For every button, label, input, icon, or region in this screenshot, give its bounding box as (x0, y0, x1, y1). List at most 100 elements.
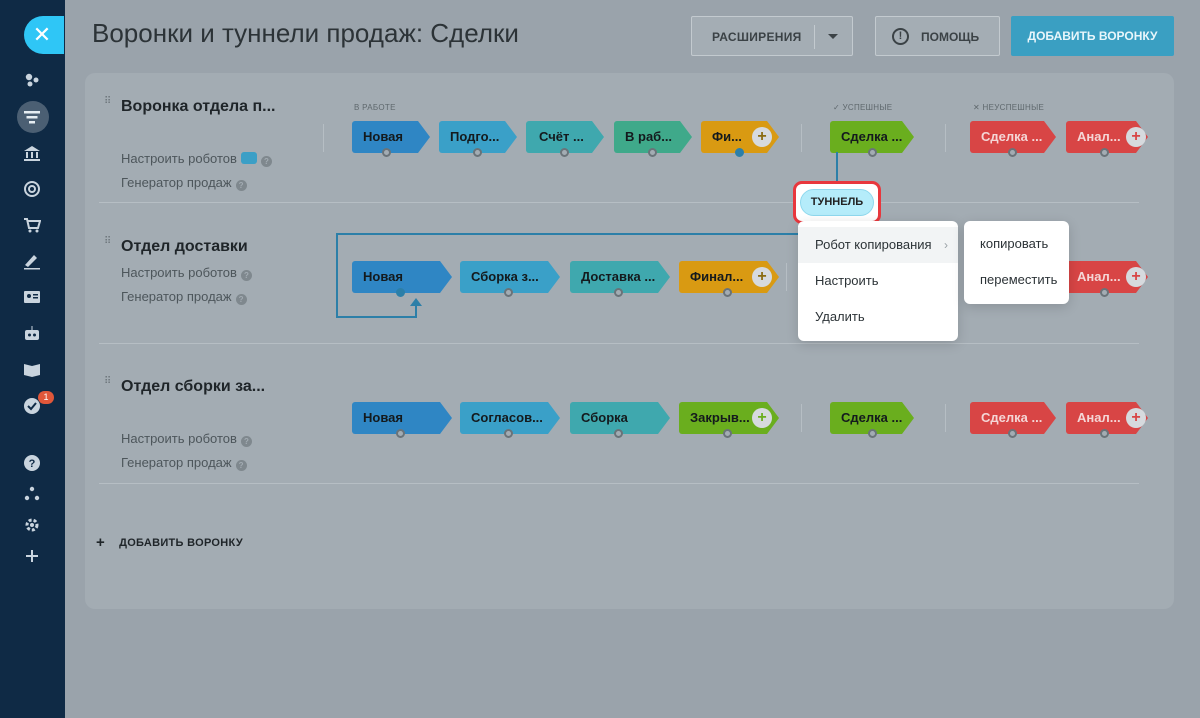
stage-chip[interactable]: В раб... (614, 121, 692, 157)
robot-icon[interactable] (22, 323, 42, 343)
funnel-name[interactable]: Отдел сборки за... (121, 378, 265, 396)
column-head-success: ✓ УСПЕШНЫЕ (833, 103, 892, 112)
stage-chip[interactable]: Сборка (570, 402, 670, 438)
stage-connector-dot[interactable] (560, 148, 569, 157)
funnel-icon[interactable] (22, 107, 42, 127)
column-head-in-progress: В РАБОТЕ (354, 103, 396, 112)
book-icon[interactable] (22, 359, 42, 379)
stage-connector-dot[interactable] (473, 148, 482, 157)
tunnel-button[interactable]: ТУННЕЛЬ (800, 189, 874, 216)
extensions-button[interactable]: РАСШИРЕНИЯ (691, 16, 853, 56)
stage-connector-dot[interactable] (504, 288, 513, 297)
funnels-panel: ⠿ Воронка отдела п... Настроить роботов?… (85, 73, 1174, 609)
stage-label: Счёт ... (539, 129, 584, 144)
add-funnel-button[interactable]: ДОБАВИТЬ ВОРОНКУ (1011, 16, 1174, 56)
stage-chip-success[interactable]: Сделка ... (830, 121, 914, 157)
menu-item-delete[interactable]: Удалить (798, 299, 958, 335)
question-icon[interactable]: ? (235, 294, 247, 305)
add-stage-icon[interactable]: + (752, 127, 772, 147)
stage-chip[interactable]: Финал... + (679, 261, 779, 297)
menu-item-copy-robot[interactable]: Робот копирования › (798, 227, 958, 263)
signature-icon[interactable] (22, 251, 42, 271)
stage-chip-fail[interactable]: Анал... + (1066, 121, 1148, 157)
target-icon[interactable] (22, 179, 42, 199)
stage-arrow (902, 402, 914, 434)
page-title: Воронки и туннели продаж: Сделки (92, 18, 519, 48)
drag-handle-icon[interactable]: ⠿ (104, 237, 112, 253)
cart-icon[interactable] (22, 215, 42, 235)
stage-connector-dot[interactable] (868, 429, 877, 438)
robots-link[interactable]: Настроить роботов? (121, 151, 272, 167)
stage-connector-dot[interactable] (1100, 148, 1109, 157)
column-head-success-label: УСПЕШНЫЕ (842, 103, 893, 112)
question-icon[interactable]: ? (235, 460, 247, 471)
submenu-item-move[interactable]: переместить (980, 272, 1057, 287)
stage-chip[interactable]: Подго... (439, 121, 517, 157)
add-stage-icon[interactable]: + (752, 408, 772, 428)
stage-chip[interactable]: Сборка з... (460, 261, 560, 297)
help-icon[interactable]: ? (22, 453, 42, 473)
stage-connector-dot[interactable] (723, 429, 732, 438)
funnel-name[interactable]: Отдел доставки (121, 238, 248, 256)
stage-arrow (658, 402, 670, 434)
drag-handle-icon[interactable]: ⠿ (104, 97, 112, 113)
funnel-name[interactable]: Воронка отдела п... (121, 98, 275, 116)
structure-icon[interactable] (22, 484, 42, 504)
stage-connector-dot[interactable] (868, 148, 877, 157)
contact-card-icon[interactable] (22, 287, 42, 307)
stage-connector-dot[interactable] (614, 429, 623, 438)
stage-arrow (548, 261, 560, 293)
add-stage-icon[interactable]: + (1126, 267, 1146, 287)
menu-item-configure[interactable]: Настроить (798, 263, 958, 299)
question-icon[interactable]: ? (260, 156, 272, 167)
generator-link[interactable]: Генератор продаж? (121, 455, 247, 471)
stage-chip[interactable]: Фи... + (701, 121, 779, 157)
chevron-down-icon[interactable] (828, 34, 838, 39)
stage-chip-fail[interactable]: Анал... + (1066, 402, 1148, 438)
submenu-item-copy[interactable]: копировать (980, 236, 1048, 251)
stage-connector-dot[interactable] (504, 429, 513, 438)
bank-icon[interactable] (22, 143, 42, 163)
stage-connector-dot[interactable] (735, 148, 744, 157)
add-stage-icon[interactable]: + (752, 267, 772, 287)
stage-connector-dot[interactable] (648, 148, 657, 157)
stage-connector-dot[interactable] (723, 288, 732, 297)
add-funnel-link[interactable]: + ДОБАВИТЬ ВОРОНКУ (96, 534, 243, 551)
generator-link[interactable]: Генератор продаж? (121, 289, 247, 305)
activity-stream-icon[interactable] (22, 70, 42, 90)
stage-connector-dot[interactable] (382, 148, 391, 157)
add-stage-icon[interactable]: + (1126, 127, 1146, 147)
help-button[interactable]: ! ПОМОЩЬ (875, 16, 1000, 56)
stage-connector-dot[interactable] (1008, 148, 1017, 157)
settings-gear-icon[interactable] (22, 515, 42, 535)
stage-chip[interactable]: Счёт ... (526, 121, 604, 157)
question-icon[interactable]: ? (240, 270, 252, 281)
question-icon[interactable]: ? (240, 436, 252, 447)
robots-link[interactable]: Настроить роботов? (121, 431, 252, 447)
stage-connector-dot[interactable] (1100, 429, 1109, 438)
add-stage-icon[interactable]: + (1126, 408, 1146, 428)
stage-connector-dot[interactable] (1008, 429, 1017, 438)
drag-handle-icon[interactable]: ⠿ (104, 377, 112, 393)
robots-link[interactable]: Настроить роботов? (121, 265, 252, 281)
generator-link[interactable]: Генератор продаж? (121, 175, 247, 191)
stage-chip[interactable]: Согласов... (460, 402, 560, 438)
stage-connector-dot[interactable] (396, 288, 405, 297)
stage-connector-dot[interactable] (614, 288, 623, 297)
add-plus-icon[interactable] (22, 546, 42, 566)
stage-connector-dot[interactable] (396, 429, 405, 438)
stage-label: Финал... (690, 269, 744, 284)
stage-chip-fail[interactable]: Сделка ... (970, 121, 1056, 157)
stage-chip[interactable]: Доставка ... (570, 261, 670, 297)
stage-chip[interactable]: Закрыв... + (679, 402, 779, 438)
stage-chip-fail[interactable]: Сделка ... (970, 402, 1056, 438)
stage-chip[interactable]: Новая (352, 261, 452, 297)
stage-chip[interactable]: Новая (352, 121, 430, 157)
close-slider-button[interactable]: ✕ (24, 16, 64, 54)
stage-label: Анал... (1077, 129, 1121, 144)
stage-connector-dot[interactable] (1100, 288, 1109, 297)
question-icon[interactable]: ? (235, 180, 247, 191)
stage-chip[interactable]: Новая (352, 402, 452, 438)
stage-chip-fail[interactable]: Анал... + (1066, 261, 1148, 297)
stage-chip-success[interactable]: Сделка ... (830, 402, 914, 438)
